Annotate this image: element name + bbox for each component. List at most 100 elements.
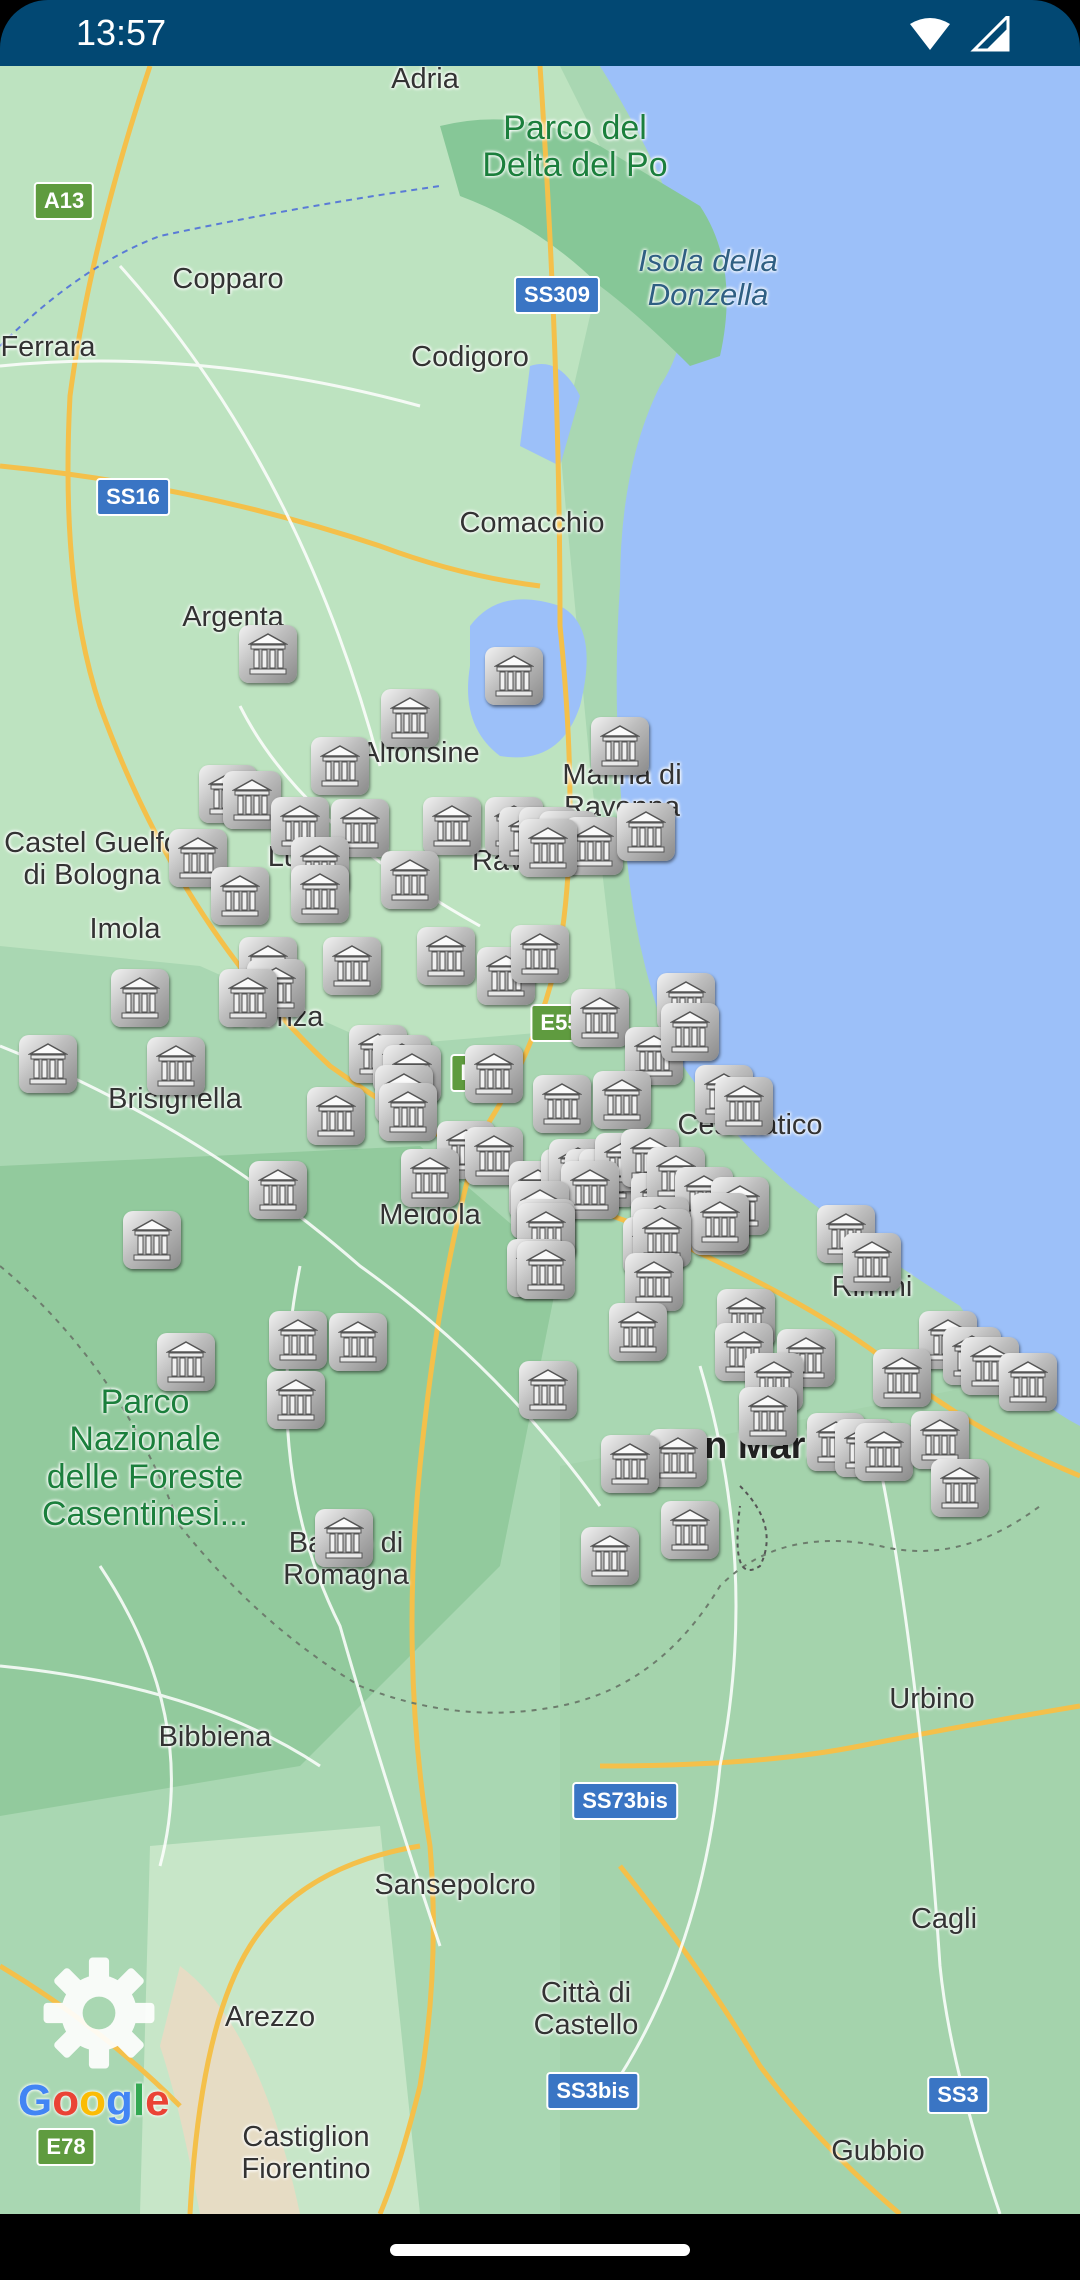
road-shield: SS16 <box>96 478 170 516</box>
museum-icon <box>324 1517 364 1559</box>
place-label: Castiglion Fiorentino <box>241 2121 371 2185</box>
museum-marker[interactable] <box>593 1071 651 1129</box>
museum-icon <box>634 1261 674 1303</box>
place-label: Codigoro <box>411 341 529 373</box>
place-label: Castel Guelfo di Bologna <box>4 827 180 891</box>
museum-marker[interactable] <box>465 1045 523 1103</box>
museum-marker[interactable] <box>931 1459 989 1517</box>
museum-icon <box>248 633 288 675</box>
museum-marker[interactable] <box>485 647 543 705</box>
museum-icon <box>132 1219 172 1261</box>
museum-marker[interactable] <box>417 927 475 985</box>
museum-marker[interactable] <box>591 717 649 775</box>
home-gesture-handle[interactable] <box>390 2244 690 2256</box>
google-logo: Google <box>18 2076 170 2125</box>
museum-icon <box>338 1321 378 1363</box>
museum-marker[interactable] <box>571 989 629 1047</box>
museum-marker[interactable] <box>519 819 577 877</box>
museum-icon <box>580 997 620 1039</box>
museum-icon <box>520 933 560 975</box>
place-label: Imola <box>89 913 161 945</box>
museum-marker[interactable] <box>511 925 569 983</box>
museum-marker[interactable] <box>379 1083 437 1141</box>
museum-icon <box>426 935 466 977</box>
museum-icon <box>658 1437 698 1479</box>
museum-icon <box>474 1135 514 1177</box>
museum-marker[interactable] <box>157 1333 215 1391</box>
map-base <box>0 66 1080 2214</box>
museum-marker[interactable] <box>381 689 439 747</box>
museum-marker[interactable] <box>401 1149 459 1207</box>
museum-marker[interactable] <box>601 1435 659 1493</box>
museum-marker[interactable] <box>239 625 297 683</box>
museum-marker[interactable] <box>609 1303 667 1361</box>
place-label: Bibbiena <box>158 1721 272 1753</box>
map-view[interactable]: Adria Parco del Delta del Po Isola della D… <box>0 66 1080 2214</box>
museum-icon <box>940 1467 980 1509</box>
museum-marker[interactable] <box>661 1501 719 1559</box>
museum-marker[interactable] <box>423 797 481 855</box>
signal-wifi-icon <box>910 16 1010 52</box>
museum-marker[interactable] <box>517 1241 575 1299</box>
museum-marker[interactable] <box>291 865 349 923</box>
museum-marker[interactable] <box>307 1087 365 1145</box>
museum-marker[interactable] <box>329 1313 387 1371</box>
museum-marker[interactable] <box>999 1353 1057 1411</box>
museum-icon <box>570 1169 610 1211</box>
museum-marker[interactable] <box>219 969 277 1027</box>
museum-marker[interactable] <box>267 1371 325 1429</box>
museum-marker[interactable] <box>111 969 169 1027</box>
museum-marker[interactable] <box>617 803 675 861</box>
museum-icon <box>670 1509 710 1551</box>
museum-icon <box>432 805 472 847</box>
road-shield: A13 <box>33 182 95 220</box>
museum-marker[interactable] <box>123 1211 181 1269</box>
museum-marker[interactable] <box>661 1003 719 1061</box>
status-time: 13:57 <box>76 12 167 53</box>
museum-icon <box>388 1091 428 1133</box>
museum-marker[interactable] <box>381 851 439 909</box>
museum-icon <box>864 1431 904 1473</box>
museum-icon <box>748 1395 788 1437</box>
museum-icon <box>574 825 614 867</box>
museum-marker[interactable] <box>873 1349 931 1407</box>
museum-icon <box>390 859 430 901</box>
museum-icon <box>852 1241 892 1283</box>
museum-marker[interactable] <box>581 1527 639 1585</box>
museum-icon <box>590 1535 630 1577</box>
museum-marker[interactable] <box>249 1161 307 1219</box>
place-label: Urbino <box>889 1683 975 1715</box>
museum-marker[interactable] <box>19 1035 77 1093</box>
museum-icon <box>528 827 568 869</box>
museum-marker[interactable] <box>843 1233 901 1291</box>
museum-icon <box>166 1341 206 1383</box>
museum-icon <box>390 697 430 739</box>
road-shield: SS3bis <box>546 2072 640 2110</box>
museum-icon <box>278 1319 318 1361</box>
museum-marker[interactable] <box>855 1423 913 1481</box>
museum-icon <box>300 873 340 915</box>
place-label: Copparo <box>172 263 284 295</box>
road-shield: SS3 <box>927 2076 989 2114</box>
museum-icon <box>724 1085 764 1127</box>
museum-marker[interactable] <box>269 1311 327 1369</box>
museum-marker[interactable] <box>691 1193 749 1251</box>
museum-marker[interactable] <box>323 937 381 995</box>
museum-marker[interactable] <box>533 1075 591 1133</box>
status-bar: 13:57 <box>0 0 1080 66</box>
museum-icon <box>494 655 534 697</box>
place-label: Parco del Delta del Po <box>482 109 668 185</box>
museum-marker[interactable] <box>739 1387 797 1445</box>
road-shield: SS309 <box>513 276 601 314</box>
museum-marker[interactable] <box>519 1361 577 1419</box>
museum-marker[interactable] <box>147 1037 205 1095</box>
museum-icon <box>602 1079 642 1121</box>
museum-icon <box>276 1379 316 1421</box>
museum-marker[interactable] <box>315 1509 373 1567</box>
settings-gear-icon[interactable] <box>36 1950 162 2076</box>
museum-icon <box>920 1419 960 1461</box>
museum-icon <box>1008 1361 1048 1403</box>
museum-marker[interactable] <box>311 737 369 795</box>
museum-marker[interactable] <box>715 1077 773 1135</box>
museum-marker[interactable] <box>211 867 269 925</box>
